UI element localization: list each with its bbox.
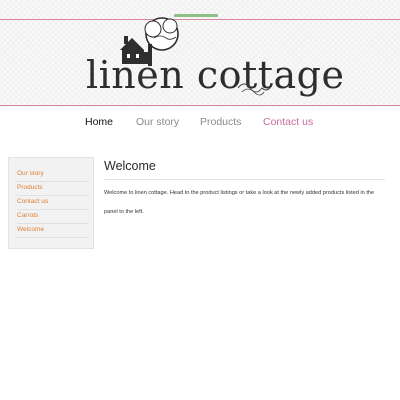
swirl-ornament-icon: [237, 83, 271, 96]
main-content: Welcome Welcome to linen cottage. Head t…: [104, 158, 394, 215]
nav-home[interactable]: Home: [85, 116, 113, 128]
header-bottom-rule: [0, 105, 400, 106]
sidebar-item-products[interactable]: Products: [17, 181, 89, 196]
site-header: linen cottage: [0, 0, 400, 107]
sidebar-panel: Our story Products Contact us Carrots We…: [8, 157, 94, 249]
header-top-rule: [0, 19, 400, 20]
nav-products[interactable]: Products: [200, 116, 241, 128]
sidebar-item-contact-us[interactable]: Contact us: [17, 195, 89, 210]
sidebar-item-welcome[interactable]: Welcome: [17, 223, 89, 238]
welcome-paragraph: Welcome to linen cottage. Head to the pr…: [104, 190, 375, 215]
nav-our-story[interactable]: Our story: [136, 116, 179, 128]
logo-wordmark[interactable]: linen cottage: [86, 52, 344, 98]
sidebar-item-our-story[interactable]: Our story: [17, 167, 89, 182]
title-divider: [104, 179, 385, 180]
nav-contact-us[interactable]: Contact us: [263, 116, 313, 128]
page-title: Welcome: [104, 159, 156, 173]
sidebar-item-carrots[interactable]: Carrots: [17, 209, 89, 224]
main-nav: Home Our story Products Contact us: [0, 108, 400, 138]
